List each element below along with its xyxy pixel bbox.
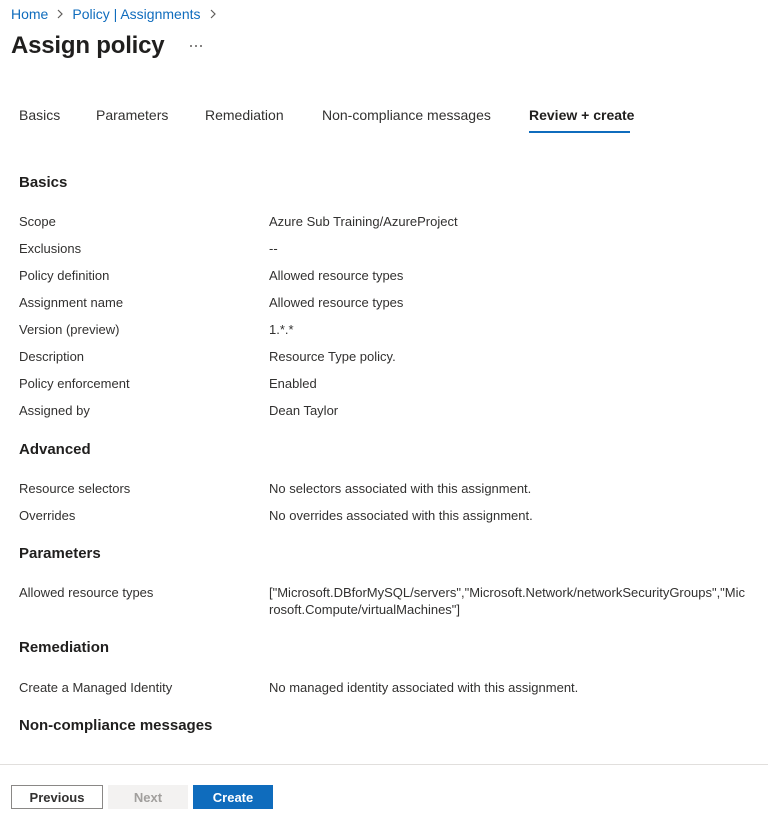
tab-review-create[interactable]: Review + create: [529, 98, 634, 134]
label-policy-definition: Policy definition: [19, 268, 110, 283]
value-version: 1.*.*: [269, 322, 294, 337]
value-policy-enforcement: Enabled: [269, 376, 317, 391]
value-resource-selectors: No selectors associated with this assign…: [269, 481, 532, 496]
wizard-tabs: Basics Parameters Remediation Non-compli…: [0, 98, 768, 138]
value-scope: Azure Sub Training/AzureProject: [269, 214, 458, 229]
section-heading-basics: Basics: [19, 174, 68, 191]
section-heading-advanced: Advanced: [19, 441, 91, 458]
label-allowed-resource-types: Allowed resource types: [19, 585, 154, 600]
tab-basics[interactable]: Basics: [19, 98, 60, 134]
label-create-managed-identity: Create a Managed Identity: [19, 680, 173, 695]
footer-divider: [0, 764, 768, 765]
section-heading-remediation: Remediation: [19, 639, 110, 656]
value-create-managed-identity: No managed identity associated with this…: [269, 680, 579, 695]
label-overrides: Overrides: [19, 508, 76, 523]
more-icon[interactable]: [188, 38, 204, 54]
value-assignment-name: Allowed resource types: [269, 295, 404, 310]
tab-parameters[interactable]: Parameters: [96, 98, 168, 134]
label-resource-selectors: Resource selectors: [19, 481, 131, 496]
create-button[interactable]: Create: [193, 785, 273, 809]
label-scope: Scope: [19, 214, 56, 229]
active-tab-indicator: [529, 131, 630, 133]
value-policy-definition: Allowed resource types: [269, 268, 404, 283]
breadcrumb-policy-assignments-link[interactable]: Policy | Assignments: [72, 6, 200, 22]
label-exclusions: Exclusions: [19, 241, 82, 256]
label-version: Version (preview): [19, 322, 120, 337]
label-description: Description: [19, 349, 85, 364]
breadcrumb: Home Policy | Assignments: [11, 5, 225, 23]
title-row: Assign policy: [11, 32, 204, 60]
chevron-right-icon: [54, 7, 66, 21]
next-button[interactable]: Next: [108, 785, 188, 809]
tab-remediation[interactable]: Remediation: [205, 98, 284, 134]
section-heading-parameters: Parameters: [19, 545, 101, 562]
previous-button[interactable]: Previous: [11, 785, 103, 809]
tab-non-compliance-messages[interactable]: Non-compliance messages: [322, 98, 491, 134]
label-assignment-name: Assignment name: [19, 295, 124, 310]
value-assigned-by: Dean Taylor: [269, 403, 339, 418]
breadcrumb-home-link[interactable]: Home: [11, 6, 48, 22]
value-description: Resource Type policy.: [269, 349, 396, 364]
value-allowed-resource-types: ["Microsoft.DBforMySQL/servers","Microso…: [269, 585, 746, 617]
page-title: Assign policy: [11, 32, 165, 59]
section-heading-non-compliance-messages: Non-compliance messages: [19, 717, 213, 734]
label-policy-enforcement: Policy enforcement: [19, 376, 130, 391]
value-exclusions: --: [269, 241, 278, 256]
label-assigned-by: Assigned by: [19, 403, 90, 418]
chevron-right-icon: [207, 7, 219, 21]
value-overrides: No overrides associated with this assign…: [269, 508, 533, 523]
